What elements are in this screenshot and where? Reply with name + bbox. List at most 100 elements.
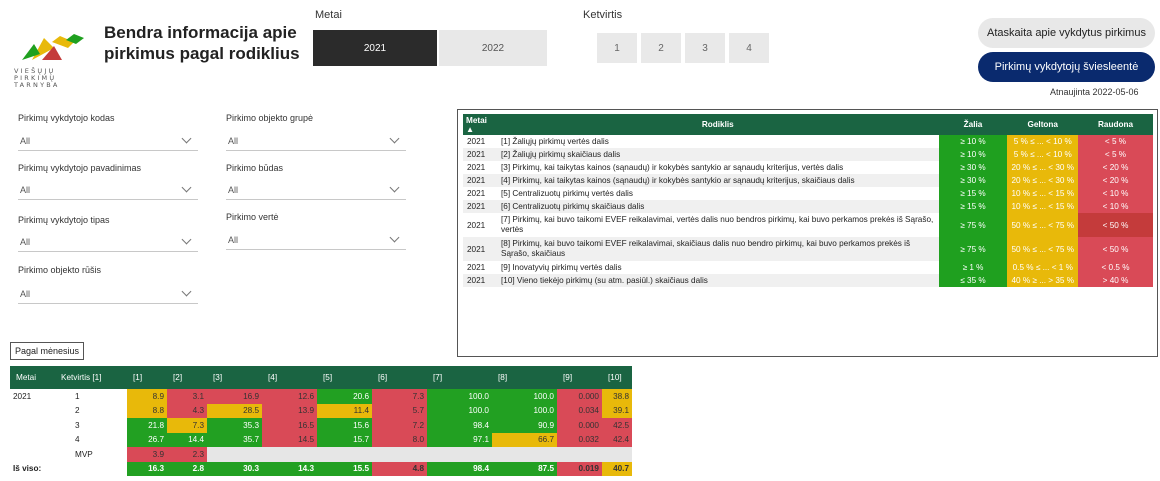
monthly-value-cell: 97.1	[427, 432, 492, 447]
monthly-col-header[interactable]: [10]	[602, 366, 632, 389]
year-option-2022[interactable]: 2022	[439, 30, 547, 66]
filter-label-vykdytojo-tipas: Pirkimų vykdytojo tipas	[18, 215, 110, 225]
col-header-rodiklis[interactable]: Rodiklis	[496, 114, 939, 135]
monthly-col-header[interactable]: Metai	[10, 366, 55, 389]
indicator-red: < 0.5 %	[1078, 261, 1153, 274]
indicator-red: < 50 %	[1078, 213, 1153, 237]
indicator-year: 2021	[467, 263, 486, 272]
monthly-button[interactable]: Pagal mėnesius	[10, 342, 85, 360]
report-button[interactable]: Ataskaita apie vykdytus pirkimus	[978, 18, 1155, 48]
monthly-value-cell: 14.4	[167, 432, 207, 447]
indicators-table: Metai ▲ Rodiklis Žalia Geltona Raudona 20…	[463, 114, 1153, 287]
indicator-year: 2021	[467, 163, 486, 172]
quarter-option-2[interactable]: 2	[641, 33, 681, 63]
year-filter-label: Metai	[315, 9, 342, 21]
filter-select-vykdytojo-tipas[interactable]: All	[18, 232, 198, 252]
monthly-value-cell: 90.9	[492, 418, 557, 433]
indicator-name: [7] Pirkimų, kai buvo taikomi EVEF reika…	[500, 215, 934, 234]
monthly-col-header[interactable]: [3]	[207, 366, 262, 389]
indicator-row[interactable]: 2021 [4] Pirkimų, kai taikytas kainos (są…	[463, 174, 1153, 187]
indicator-yellow: 5 % ≤ ... < 10 %	[1007, 135, 1079, 148]
indicator-green: ≥ 75 %	[938, 237, 1008, 261]
col-header-zalia[interactable]: Žalia	[938, 114, 1008, 135]
monthly-col-header[interactable]: [4]	[262, 366, 317, 389]
monthly-col-header[interactable]: [5]	[317, 366, 372, 389]
monthly-value-cell: 8.9	[127, 389, 167, 404]
monthly-value-cell: 3.9	[127, 447, 167, 462]
quarter-option-1[interactable]: 1	[597, 33, 637, 63]
indicator-row[interactable]: 2021 [9] Inovatyvių pirkimų vertės dalis ≥…	[463, 261, 1153, 274]
indicator-yellow: 50 % ≤ ... < 75 %	[1007, 213, 1079, 237]
monthly-value-cell: 66.7	[492, 432, 557, 447]
monthly-value-cell: 0.000	[557, 389, 602, 404]
monthly-value-cell: 4.8	[372, 461, 427, 476]
col-header-geltona[interactable]: Geltona	[1007, 114, 1079, 135]
filter-select-objekto-grupe[interactable]: All	[226, 131, 406, 151]
monthly-value-cell	[557, 447, 602, 462]
monthly-value-cell: 98.4	[427, 461, 492, 476]
indicator-year: 2021	[467, 189, 486, 198]
indicator-yellow: 0.5 % ≤ ... < 1 %	[1007, 261, 1079, 274]
monthly-value-cell: 38.8	[602, 389, 632, 404]
indicator-row[interactable]: 2021 [6] Centralizuotų pirkimų skaičiaus …	[463, 200, 1153, 213]
indicator-row[interactable]: 2021 [10] Vieno tiekėjo pirkimų (su atm. …	[463, 274, 1153, 287]
year-option-2021[interactable]: 2021	[313, 30, 437, 66]
monthly-value-cell: 7.3	[372, 389, 427, 404]
monthly-col-header[interactable]: [2]	[167, 366, 207, 389]
logo-text: VIEŠŲJŲ PIRKIMŲ TARNYBA	[14, 67, 60, 89]
indicator-red: < 5 %	[1078, 135, 1153, 148]
col-header-raudona[interactable]: Raudona	[1078, 114, 1153, 135]
monthly-value-cell: 14.5	[262, 432, 317, 447]
monthly-col-header[interactable]: Ketvirtis [1]	[55, 366, 127, 389]
filter-label-pirkimo-verte: Pirkimo vertė	[226, 212, 279, 222]
monthly-value-cell: 3.1	[167, 389, 207, 404]
monthly-year	[10, 433, 55, 448]
filter-select-pirkimo-budas[interactable]: All	[226, 180, 406, 200]
monthly-col-header[interactable]: [9]	[557, 366, 602, 389]
monthly-value-cell	[427, 447, 492, 462]
monthly-col-header[interactable]: [6]	[372, 366, 427, 389]
quarter-option-4[interactable]: 4	[729, 33, 769, 63]
monthly-row[interactable]: Iš viso: 16.3 2.8 30.3 14.3 15.5 4.8 98.4 87.5 0.…	[10, 461, 632, 476]
quarter-option-3[interactable]: 3	[685, 33, 725, 63]
monthly-row[interactable]: 2 8.8 4.3 28.5 13.9 11.4 5.7 100.0 100.0 0.034 39.…	[10, 403, 632, 419]
monthly-row[interactable]: 2021 1 8.9 3.1 16.9 12.6 20.6 7.3 100.0 100.0 0.00…	[10, 389, 632, 404]
filter-select-vykdytojo-pavadinimas[interactable]: All	[18, 180, 198, 200]
indicator-row[interactable]: 2021 [3] Pirkimų, kai taikytas kainos (są…	[463, 161, 1153, 174]
monthly-row[interactable]: 4 26.7 14.4 35.7 14.5 15.7 8.0 97.1 66.7 0.032 42.…	[10, 432, 632, 448]
monthly-quarter: MVP	[75, 449, 93, 459]
monthly-value-cell: 16.3	[127, 461, 167, 476]
monthly-row[interactable]: MVP 3.9 2.3	[10, 447, 632, 462]
chevron-down-icon	[389, 232, 400, 243]
traffic-light-button[interactable]: Pirkimų vykdytojų šviesleentė	[978, 52, 1155, 82]
indicator-green: ≥ 15 %	[938, 200, 1008, 213]
monthly-col-header[interactable]: [7]	[427, 366, 492, 389]
monthly-value-cell: 5.7	[372, 403, 427, 418]
indicators-panel: Metai ▲ Rodiklis Žalia Geltona Raudona 20…	[457, 109, 1158, 357]
monthly-value-cell: 0.019	[557, 461, 602, 476]
indicator-year: 2021	[463, 200, 497, 213]
indicator-row[interactable]: 2021 [7] Pirkimų, kai buvo taikomi EVEF r…	[463, 213, 1153, 237]
monthly-value-cell: 35.7	[207, 432, 262, 447]
indicator-red: < 20 %	[1078, 161, 1153, 174]
indicator-year: 2021	[463, 174, 497, 187]
monthly-year	[10, 404, 55, 419]
monthly-value-cell: 87.5	[492, 461, 557, 476]
filter-select-vykdytojo-kodas[interactable]: All	[18, 131, 198, 151]
filter-select-objekto-rusis[interactable]: All	[18, 284, 198, 304]
indicator-row[interactable]: 2021 [2] Žaliųjų pirkimų skaičiaus dalis ≥…	[463, 148, 1153, 161]
indicator-year: 2021	[463, 274, 497, 287]
monthly-col-header[interactable]: [1]	[127, 366, 167, 389]
monthly-row[interactable]: 3 21.8 7.3 35.3 16.5 15.6 7.2 98.4 90.9 0.000 42.5	[10, 418, 632, 433]
vpt-logo: VIEŠŲJŲ PIRKIMŲ TARNYBA	[14, 20, 94, 92]
indicator-green: ≥ 30 %	[938, 161, 1008, 174]
filter-select-pirkimo-verte[interactable]: All	[226, 230, 406, 250]
indicator-green: ≥ 10 %	[938, 135, 1008, 148]
indicator-row[interactable]: 2021 [5] Centralizuotų pirkimų vertės dal…	[463, 187, 1153, 200]
indicator-row[interactable]: 2021 [1] Žaliųjų pirkimų vertės dalis ≥ 10…	[463, 135, 1153, 148]
indicator-row[interactable]: 2021 [8] Pirkimų, kai buvo taikomi EVEF r…	[463, 237, 1153, 261]
monthly-col-header[interactable]: [8]	[492, 366, 557, 389]
monthly-quarter: 3	[75, 420, 80, 430]
col-header-metai[interactable]: Metai ▲	[463, 114, 497, 135]
monthly-value-cell: 7.2	[372, 418, 427, 433]
